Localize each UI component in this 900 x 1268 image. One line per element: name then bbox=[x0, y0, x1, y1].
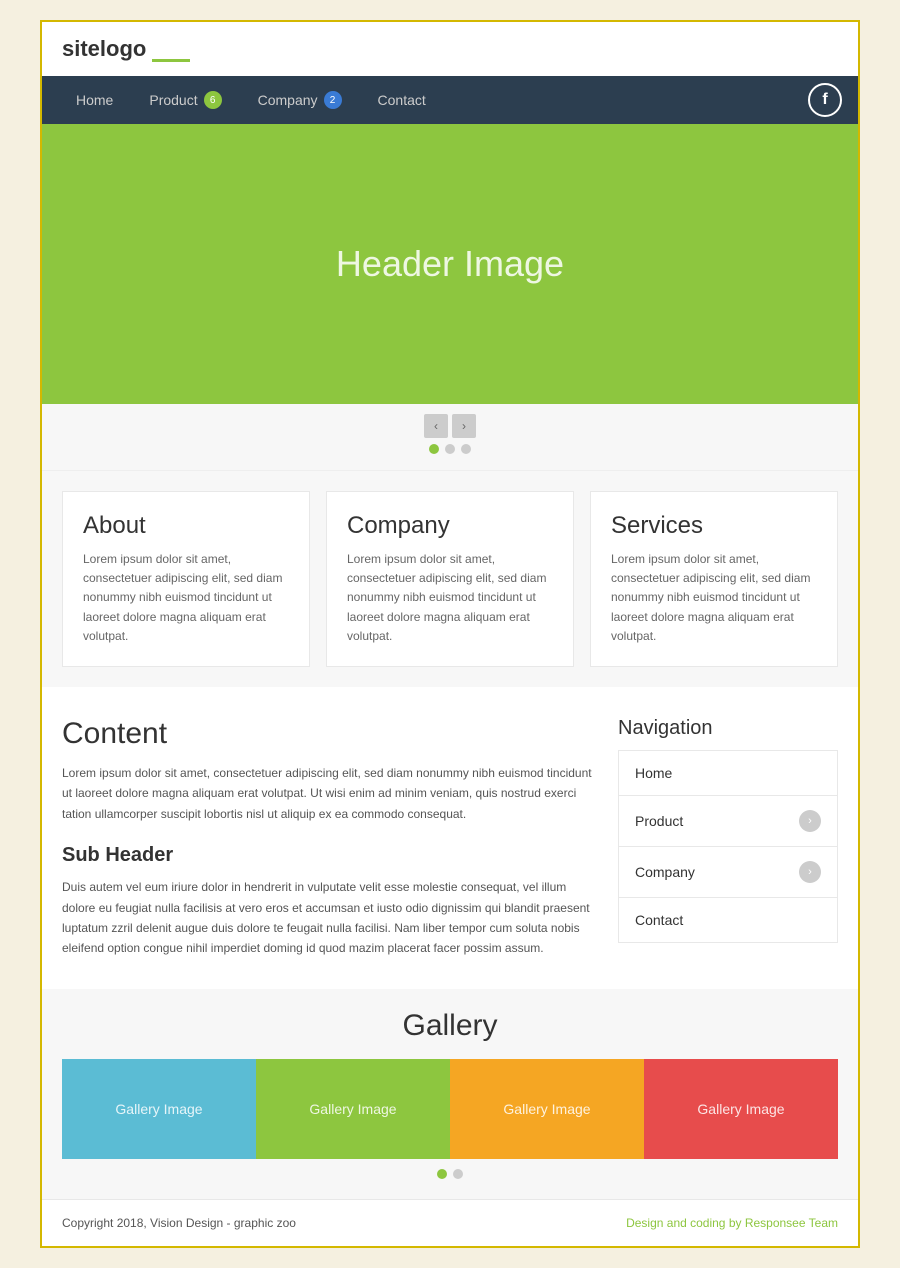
sidebar-item-contact-label: Contact bbox=[635, 912, 683, 928]
nav-label-company: Company bbox=[258, 92, 318, 108]
facebook-icon[interactable]: f bbox=[808, 83, 842, 117]
content-body: Duis autem vel eum iriure dolor in hendr… bbox=[62, 877, 598, 959]
sidebar-item-product[interactable]: Product › bbox=[619, 796, 837, 847]
sidebar-item-contact[interactable]: Contact bbox=[619, 898, 837, 942]
slider-arrows: ‹ › bbox=[424, 414, 476, 438]
card-company-text: Lorem ipsum dolor sit amet, consectetuer… bbox=[347, 550, 553, 646]
nav-badge-company: 2 bbox=[324, 91, 342, 109]
nav-label-home: Home bbox=[76, 92, 113, 108]
sidebar-nav-list: Home Product › Company › Contact bbox=[618, 750, 838, 943]
nav-item-product[interactable]: Product 6 bbox=[131, 76, 239, 124]
gallery-dots bbox=[62, 1169, 838, 1179]
card-services-text: Lorem ipsum dolor sit amet, consectetuer… bbox=[611, 550, 817, 646]
gallery-item-3-label: Gallery Image bbox=[503, 1101, 590, 1117]
slider-dot-1[interactable] bbox=[429, 444, 439, 454]
site-footer: Copyright 2018, Vision Design - graphic … bbox=[42, 1199, 858, 1246]
content-main: Content Lorem ipsum dolor sit amet, cons… bbox=[62, 717, 598, 959]
logo-underline bbox=[152, 59, 190, 62]
content-section: Content Lorem ipsum dolor sit amet, cons… bbox=[42, 687, 858, 989]
card-about: About Lorem ipsum dolor sit amet, consec… bbox=[62, 491, 310, 667]
gallery-dot-2[interactable] bbox=[453, 1169, 463, 1179]
page-wrapper: sitelogo Home Product 6 Company 2 Contac… bbox=[40, 20, 860, 1248]
card-services: Services Lorem ipsum dolor sit amet, con… bbox=[590, 491, 838, 667]
content-subheader: Sub Header bbox=[62, 844, 598, 867]
sidebar-item-company-label: Company bbox=[635, 864, 695, 880]
nav-item-company[interactable]: Company 2 bbox=[240, 76, 360, 124]
content-title: Content bbox=[62, 717, 598, 751]
slider-dots bbox=[429, 444, 471, 454]
main-nav: Home Product 6 Company 2 Contact f bbox=[42, 76, 858, 124]
gallery-item-4[interactable]: Gallery Image bbox=[644, 1059, 838, 1159]
gallery-item-3[interactable]: Gallery Image bbox=[450, 1059, 644, 1159]
gallery-title: Gallery bbox=[62, 1009, 838, 1043]
nav-item-contact[interactable]: Contact bbox=[360, 76, 444, 124]
logo-logo-text: logo bbox=[100, 36, 146, 61]
sidebar-item-home[interactable]: Home bbox=[619, 751, 837, 796]
gallery-grid: Gallery Image Gallery Image Gallery Imag… bbox=[62, 1059, 838, 1159]
logo-site-text: site bbox=[62, 36, 100, 61]
sidebar-item-product-label: Product bbox=[635, 813, 683, 829]
site-logo: sitelogo bbox=[62, 36, 190, 62]
gallery-item-2-label: Gallery Image bbox=[309, 1101, 396, 1117]
card-company-title: Company bbox=[347, 512, 553, 540]
nav-badge-product: 6 bbox=[204, 91, 222, 109]
gallery-item-1-label: Gallery Image bbox=[115, 1101, 202, 1117]
slider-dot-3[interactable] bbox=[461, 444, 471, 454]
gallery-item-1[interactable]: Gallery Image bbox=[62, 1059, 256, 1159]
footer-credit[interactable]: Design and coding by Responsee Team bbox=[626, 1216, 838, 1230]
card-about-title: About bbox=[83, 512, 289, 540]
nav-item-home[interactable]: Home bbox=[58, 76, 131, 124]
nav-items: Home Product 6 Company 2 Contact bbox=[58, 76, 808, 124]
card-services-title: Services bbox=[611, 512, 817, 540]
slider-dot-2[interactable] bbox=[445, 444, 455, 454]
content-nav: Navigation Home Product › Company › Cont… bbox=[618, 717, 838, 959]
sidebar-arrow-company: › bbox=[799, 861, 821, 883]
slider-prev-button[interactable]: ‹ bbox=[424, 414, 448, 438]
sidebar-arrow-product: › bbox=[799, 810, 821, 832]
cards-section: About Lorem ipsum dolor sit amet, consec… bbox=[42, 471, 858, 687]
card-company: Company Lorem ipsum dolor sit amet, cons… bbox=[326, 491, 574, 667]
card-about-text: Lorem ipsum dolor sit amet, consectetuer… bbox=[83, 550, 289, 646]
gallery-dot-1[interactable] bbox=[437, 1169, 447, 1179]
sidebar-item-home-label: Home bbox=[635, 765, 672, 781]
content-text: Lorem ipsum dolor sit amet, consectetuer… bbox=[62, 763, 598, 824]
sidebar-nav-title: Navigation bbox=[618, 717, 838, 740]
slider-next-button[interactable]: › bbox=[452, 414, 476, 438]
sidebar-item-company[interactable]: Company › bbox=[619, 847, 837, 898]
gallery-item-4-label: Gallery Image bbox=[697, 1101, 784, 1117]
gallery-item-2[interactable]: Gallery Image bbox=[256, 1059, 450, 1159]
slider-controls: ‹ › bbox=[42, 404, 858, 471]
nav-label-product: Product bbox=[149, 92, 197, 108]
hero-section: Header Image bbox=[42, 124, 858, 404]
site-header: sitelogo bbox=[42, 22, 858, 76]
footer-copyright: Copyright 2018, Vision Design - graphic … bbox=[62, 1216, 296, 1230]
nav-label-contact: Contact bbox=[378, 92, 426, 108]
gallery-section: Gallery Gallery Image Gallery Image Gall… bbox=[42, 989, 858, 1199]
hero-title: Header Image bbox=[336, 243, 564, 285]
